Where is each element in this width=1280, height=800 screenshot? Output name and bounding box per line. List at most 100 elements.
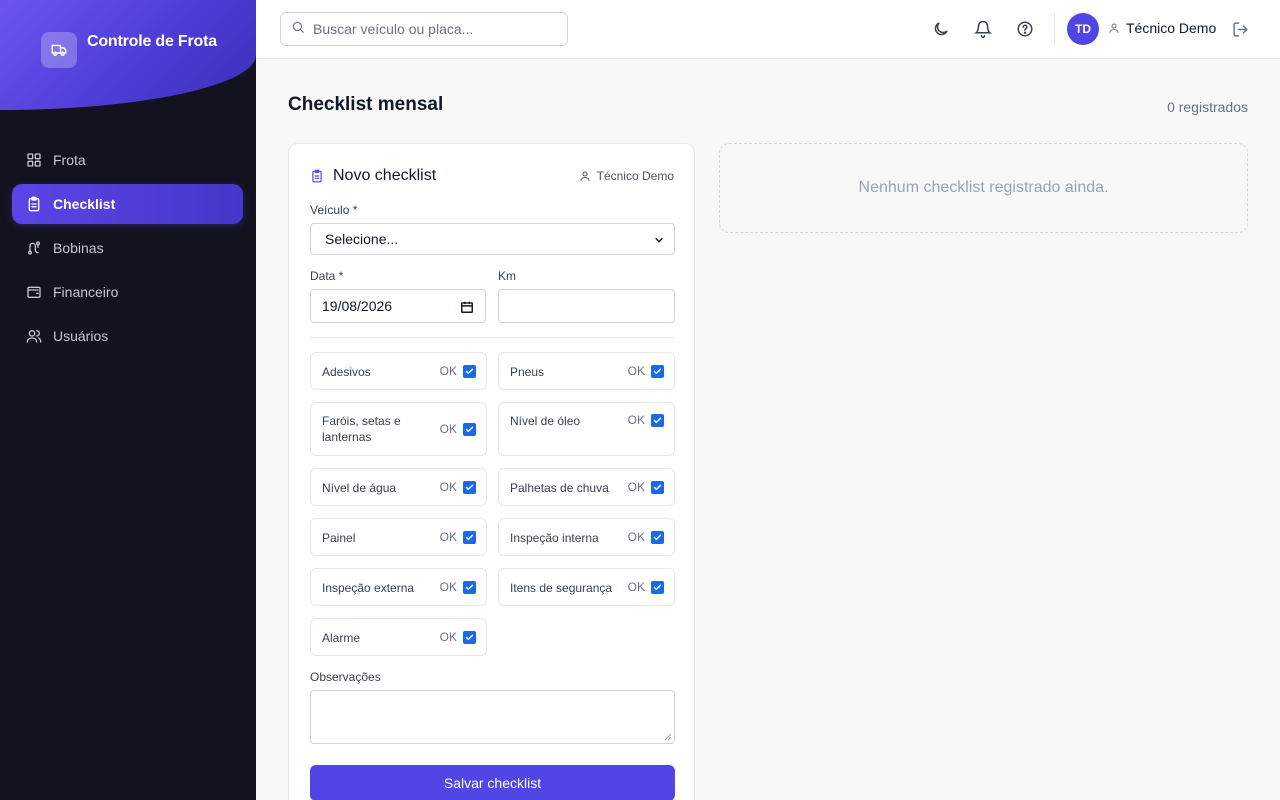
search-box[interactable] xyxy=(280,12,568,46)
brand-title: Controle de Frota xyxy=(87,33,217,50)
sidebar-item-label: Checklist xyxy=(53,196,116,212)
ok-checkbox[interactable] xyxy=(463,631,476,644)
notes-label: Observações xyxy=(310,670,381,684)
date-label: Data * xyxy=(310,269,344,283)
avatar[interactable]: TD xyxy=(1067,13,1099,45)
date-field[interactable]: 19/08/2026 xyxy=(310,289,486,323)
ok-checkbox[interactable] xyxy=(463,531,476,544)
ok-checkbox[interactable] xyxy=(463,481,476,494)
ok-label: OK xyxy=(439,364,457,378)
check-item-label: Itens de segurança xyxy=(510,581,613,595)
card-user-name: Técnico Demo xyxy=(596,169,674,183)
check-item-pneus[interactable]: Pneus OK xyxy=(498,352,675,390)
check-item-inspecao-interna[interactable]: Inspeção interna OK xyxy=(498,518,675,556)
notes-textarea[interactable] xyxy=(310,690,675,744)
topbar-divider xyxy=(1054,13,1055,45)
ok-checkbox[interactable] xyxy=(651,414,664,427)
card-header: Novo checklist xyxy=(310,167,436,185)
sidebar: Controle de Frota Frota Checklist Bobina… xyxy=(0,0,256,800)
ok-checkbox[interactable] xyxy=(463,581,476,594)
card-title: Novo checklist xyxy=(333,167,437,184)
save-checklist-button[interactable]: Salvar checklist xyxy=(310,765,675,800)
search-icon xyxy=(291,20,305,39)
divider xyxy=(310,337,675,338)
check-item-palhetas[interactable]: Palhetas de chuva OK xyxy=(498,468,675,506)
grid-icon xyxy=(26,152,42,168)
vehicle-select[interactable]: Selecione... xyxy=(310,223,675,255)
check-item-label: Pneus xyxy=(510,365,545,379)
checklist-form-card: Novo checklist Técnico Demo Veículo * Se… xyxy=(288,143,695,800)
clipboard-icon xyxy=(312,169,322,183)
sidebar-item-bobinas[interactable]: Bobinas xyxy=(12,228,243,268)
check-item-seguranca[interactable]: Itens de segurança OK xyxy=(498,568,675,606)
km-field[interactable] xyxy=(498,289,675,323)
ok-label: OK xyxy=(439,480,457,494)
route-icon xyxy=(26,240,42,256)
user-name: Técnico Demo xyxy=(1126,20,1217,36)
check-item-oleo[interactable]: Nível de óleo OK xyxy=(498,402,675,456)
check-item-farois[interactable]: Faróis, setas e lanternas OK xyxy=(310,402,487,456)
ok-checkbox[interactable] xyxy=(651,531,664,544)
ok-label: OK xyxy=(627,364,645,378)
sidebar-item-label: Frota xyxy=(53,152,86,168)
check-item-agua[interactable]: Nível de água OK xyxy=(310,468,487,506)
check-item-inspecao-externa[interactable]: Inspeção externa OK xyxy=(310,568,487,606)
calendar-icon[interactable] xyxy=(460,300,474,314)
vehicle-label: Veículo * xyxy=(310,203,358,217)
sidebar-item-frota[interactable]: Frota xyxy=(12,140,243,180)
logout-icon[interactable] xyxy=(1230,19,1250,39)
empty-state: Nenhum checklist registrado ainda. xyxy=(719,143,1248,233)
users-icon xyxy=(26,328,42,344)
ok-label: OK xyxy=(439,422,457,436)
vehicle-select-value: Selecione... xyxy=(325,231,399,247)
topbar: TD Técnico Demo xyxy=(256,0,1280,59)
help-icon[interactable] xyxy=(1015,19,1035,39)
chevron-down-icon xyxy=(655,238,663,243)
check-item-label: Faróis, setas e lanternas xyxy=(322,414,401,444)
sidebar-item-label: Usuários xyxy=(53,328,109,344)
ok-label: OK xyxy=(627,580,645,594)
bell-icon[interactable] xyxy=(973,19,993,39)
km-label: Km xyxy=(498,269,516,283)
ok-label: OK xyxy=(627,413,645,427)
resize-grip-icon[interactable] xyxy=(664,733,672,741)
card-user: Técnico Demo xyxy=(579,169,674,183)
ok-label: OK xyxy=(439,580,457,594)
ok-checkbox[interactable] xyxy=(463,423,476,436)
ok-checkbox[interactable] xyxy=(463,365,476,378)
check-item-label: Alarme xyxy=(322,631,361,645)
brand-header: Controle de Frota xyxy=(0,0,256,110)
sidebar-nav: Frota Checklist Bobinas Financeiro Usuár… xyxy=(12,140,243,360)
sidebar-item-financeiro[interactable]: Financeiro xyxy=(12,272,243,312)
ok-checkbox[interactable] xyxy=(651,581,664,594)
sidebar-item-checklist[interactable]: Checklist xyxy=(12,184,243,224)
page-title: Checklist mensal xyxy=(288,94,444,115)
user-menu[interactable]: Técnico Demo xyxy=(1108,20,1216,36)
check-item-label: Inspeção interna xyxy=(510,531,599,545)
record-count: 0 registrados xyxy=(1167,99,1248,115)
ok-label: OK xyxy=(439,630,457,644)
check-item-alarme[interactable]: Alarme OK xyxy=(310,618,487,656)
check-item-label: Adesivos xyxy=(322,365,371,379)
sidebar-item-label: Bobinas xyxy=(53,240,104,256)
check-item-label: Inspeção externa xyxy=(322,581,415,595)
moon-icon[interactable] xyxy=(931,19,951,39)
truck-icon xyxy=(41,32,77,68)
date-value: 19/08/2026 xyxy=(322,298,393,314)
ok-checkbox[interactable] xyxy=(651,481,664,494)
check-item-label: Painel xyxy=(322,531,356,545)
sidebar-item-usuarios[interactable]: Usuários xyxy=(12,316,243,356)
check-item-label: Nível de óleo xyxy=(510,414,581,428)
check-item-label: Nível de água xyxy=(322,481,397,495)
check-item-label: Palhetas de chuva xyxy=(510,481,609,495)
ok-label: OK xyxy=(627,480,645,494)
search-input[interactable] xyxy=(313,21,553,37)
user-icon xyxy=(1109,23,1119,33)
ok-checkbox[interactable] xyxy=(651,365,664,378)
sidebar-item-label: Financeiro xyxy=(53,284,119,300)
check-item-painel[interactable]: Painel OK xyxy=(310,518,487,556)
wallet-icon xyxy=(26,284,42,300)
check-item-adesivos[interactable]: Adesivos OK xyxy=(310,352,487,390)
clipboard-icon xyxy=(26,196,42,212)
user-icon xyxy=(580,171,590,181)
